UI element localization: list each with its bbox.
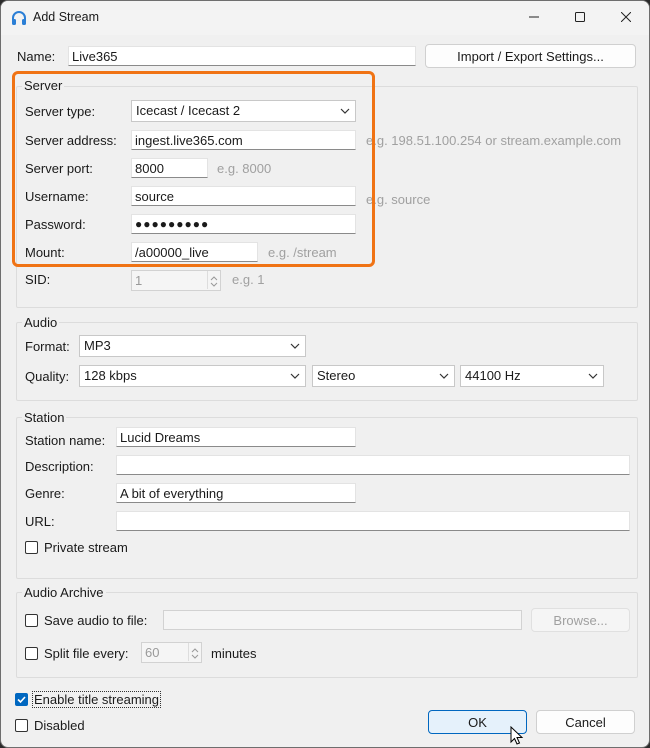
split-file-checkbox[interactable] — [25, 647, 38, 660]
close-button[interactable] — [603, 1, 649, 33]
format-select[interactable]: MP3 — [79, 335, 306, 357]
private-stream-checkbox[interactable] — [25, 541, 38, 554]
split-file-label: Split file every: — [44, 646, 129, 661]
cancel-button[interactable]: Cancel — [536, 710, 635, 734]
minutes-label: minutes — [211, 646, 257, 661]
minimize-icon — [529, 16, 539, 18]
private-stream-label: Private stream — [44, 540, 128, 555]
title-bar: Add Stream — [1, 1, 649, 35]
description-label: Description: — [25, 459, 94, 474]
checkmark-icon — [17, 696, 26, 704]
channels-select[interactable]: Stereo — [312, 365, 455, 387]
audio-archive-group-title: Audio Archive — [22, 585, 106, 600]
station-name-input[interactable]: Lucid Dreams — [116, 427, 356, 447]
sid-spinner — [207, 271, 220, 289]
import-export-button[interactable]: Import / Export Settings... — [425, 44, 636, 68]
add-stream-dialog: Add Stream Name: Live365 Import / Export… — [0, 0, 650, 748]
quality-label: Quality: — [25, 369, 70, 384]
enable-title-streaming-label: Enable title streaming — [32, 691, 162, 708]
browse-button: Browse... — [531, 608, 630, 632]
headphones-icon — [12, 11, 26, 25]
audio-group — [16, 322, 638, 401]
genre-label: Genre: — [25, 486, 65, 501]
channels-value: Stereo — [317, 368, 356, 383]
minimize-button[interactable] — [511, 1, 557, 33]
server-address-hint: e.g. 198.51.100.254 or stream.example.co… — [366, 133, 622, 148]
maximize-icon — [575, 12, 585, 22]
format-label: Format: — [25, 339, 70, 354]
split-minutes-value: 60 — [145, 645, 160, 660]
bitrate-select[interactable]: 128 kbps — [79, 365, 306, 387]
audio-archive-group — [16, 592, 638, 678]
maximize-button[interactable] — [557, 1, 603, 33]
chevron-down-icon — [439, 373, 449, 379]
sid-value: 1 — [135, 273, 143, 288]
genre-input[interactable]: A bit of everything — [116, 483, 356, 503]
samplerate-select[interactable]: 44100 Hz — [460, 365, 604, 387]
chevron-down-icon — [290, 373, 300, 379]
archive-path-input — [163, 610, 522, 630]
username-hint: e.g. source — [366, 192, 431, 207]
name-label: Name: — [17, 49, 56, 64]
chevron-down-icon — [290, 343, 300, 349]
station-group-title: Station — [22, 410, 67, 425]
split-minutes-spinner — [188, 643, 201, 661]
disabled-label: Disabled — [34, 718, 85, 733]
sid-label: SID: — [25, 272, 51, 287]
audio-group-title: Audio — [22, 315, 60, 330]
mouse-pointer-icon — [510, 726, 524, 745]
disabled-checkbox[interactable] — [15, 719, 28, 732]
name-input[interactable]: Live365 — [68, 46, 416, 66]
chevron-down-icon — [191, 654, 199, 659]
save-audio-label: Save audio to file: — [44, 613, 148, 628]
window-title: Add Stream — [33, 10, 100, 24]
url-input[interactable] — [116, 511, 630, 531]
format-value: MP3 — [84, 338, 111, 353]
save-audio-checkbox[interactable] — [25, 614, 38, 627]
enable-title-streaming-checkbox[interactable] — [15, 693, 28, 706]
sid-hint: e.g. 1 — [232, 272, 265, 287]
close-icon — [621, 12, 631, 22]
samplerate-value: 44100 Hz — [465, 368, 521, 383]
chevron-down-icon — [210, 282, 218, 287]
bitrate-value: 128 kbps — [84, 368, 137, 383]
station-name-label: Station name: — [25, 433, 106, 448]
chevron-down-icon — [588, 373, 598, 379]
server-highlight-box — [12, 71, 375, 267]
description-input[interactable] — [116, 455, 630, 475]
url-label: URL: — [25, 514, 55, 529]
